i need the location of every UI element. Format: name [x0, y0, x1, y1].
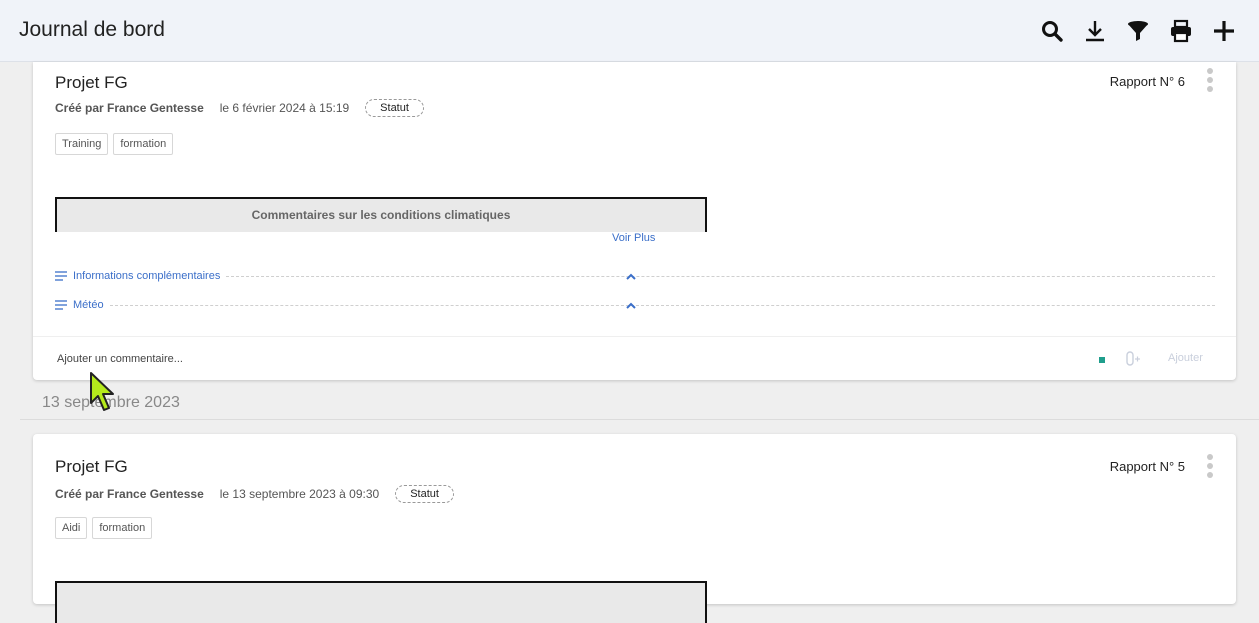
table-header: Commentaires sur les conditions climatiq… [251, 208, 511, 222]
top-bar: Journal de bord [0, 0, 1259, 62]
chevron-up-icon[interactable] [625, 300, 637, 312]
list-lines-icon [55, 300, 67, 310]
comment-input[interactable] [55, 349, 559, 369]
more-options-icon[interactable] [1206, 68, 1214, 92]
report-number: Rapport N° 6 [1109, 74, 1185, 89]
chevron-up-icon[interactable] [625, 271, 637, 283]
report-meta: Créé par France Gentesse le 13 septembre… [55, 485, 454, 503]
author: Créé par France Gentesse [55, 487, 204, 501]
add-button[interactable] [1202, 16, 1245, 46]
tag[interactable]: Training [55, 133, 109, 155]
page-title: Journal de bord [19, 18, 165, 41]
status-badge[interactable]: Statut [395, 485, 454, 503]
print-button[interactable] [1159, 16, 1202, 46]
filter-button[interactable] [1116, 16, 1159, 46]
search-button[interactable] [1030, 16, 1073, 46]
report-card: Projet FG Rapport N° 6 Créé par France G… [33, 62, 1236, 380]
status-badge[interactable]: Statut [365, 99, 424, 117]
date-separator: 13 septembre 2023 [20, 388, 1259, 420]
download-icon [1085, 21, 1104, 42]
tag-list: Aidi formation [55, 517, 153, 539]
add-comment-button[interactable]: Ajouter [1168, 352, 1203, 364]
report-date: le 13 septembre 2023 à 09:30 [219, 487, 380, 501]
more-options-icon[interactable] [1206, 454, 1214, 478]
tag[interactable]: formation [92, 517, 153, 539]
divider [226, 275, 1215, 277]
tag[interactable]: formation [113, 133, 174, 155]
download-button[interactable] [1073, 16, 1116, 46]
report-number: Rapport N° 5 [1109, 459, 1185, 474]
toolbar [1030, 16, 1245, 46]
report-meta: Créé par France Gentesse le 6 février 20… [55, 99, 424, 117]
add-icon [1213, 21, 1234, 41]
divider [109, 304, 1215, 306]
section-label: Informations complémentaires [73, 270, 221, 282]
climate-table: Commentaires sur les conditions climatiq… [55, 197, 707, 232]
attachment-icon[interactable] [1123, 350, 1141, 368]
tag-list: Training formation [55, 133, 174, 155]
section-meteo[interactable]: Météo [55, 297, 1215, 313]
comment-bar: Ajouter [33, 336, 1236, 381]
section-informations[interactable]: Informations complémentaires [55, 268, 1215, 284]
print-icon [1170, 19, 1191, 43]
section-label: Météo [73, 299, 104, 311]
search-icon [1041, 21, 1063, 42]
tag[interactable]: Aidi [55, 517, 88, 539]
project-title: Projet FG [55, 73, 128, 92]
mouse-cursor-icon [90, 372, 114, 411]
status-dot [1099, 357, 1105, 363]
report-date: le 6 février 2024 à 15:19 [219, 101, 350, 115]
voir-plus-link[interactable]: Voir Plus [612, 232, 655, 244]
list-lines-icon [55, 271, 67, 281]
filter-icon [1127, 21, 1148, 41]
author: Créé par France Gentesse [55, 101, 204, 115]
report-card: Projet FG Rapport N° 5 Créé par France G… [33, 434, 1236, 623]
climate-table [55, 581, 707, 623]
project-title: Projet FG [55, 457, 128, 476]
